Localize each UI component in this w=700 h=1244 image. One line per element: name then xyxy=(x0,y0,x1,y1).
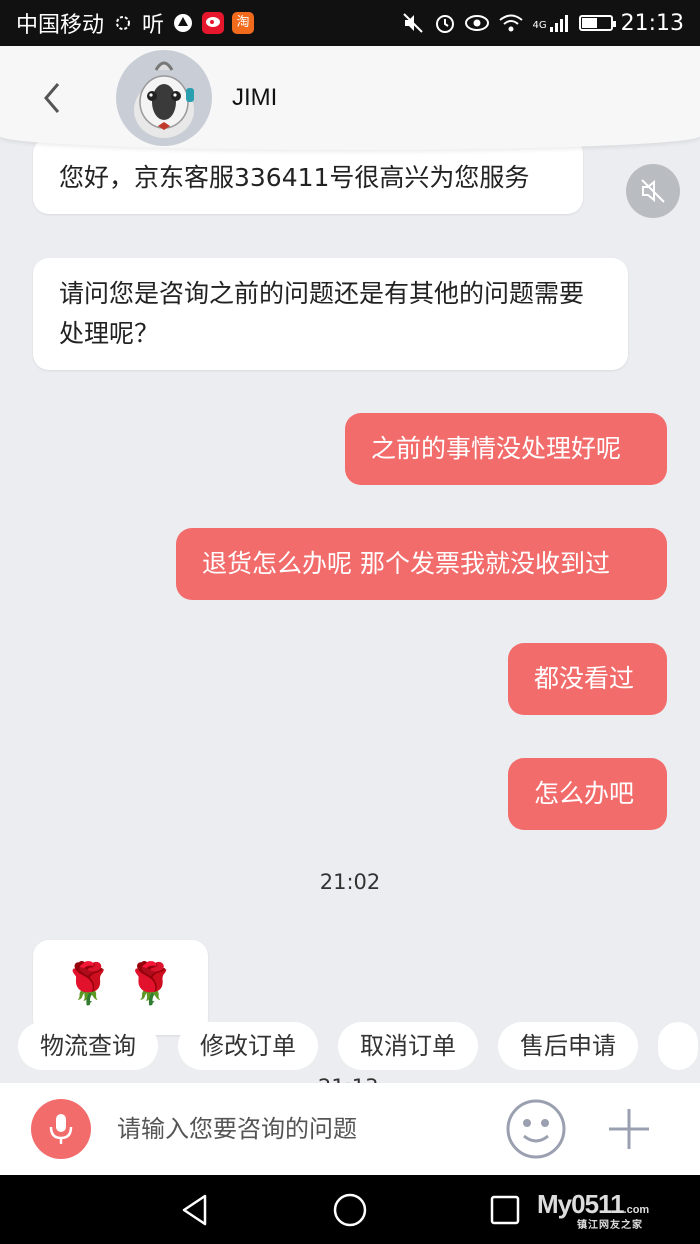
mute-status-icon xyxy=(402,12,426,34)
chevron-left-icon xyxy=(44,83,60,113)
message-bubble-user: 之前的事情没处理好呢 xyxy=(345,413,667,485)
message-bubble-user: 都没看过 xyxy=(508,643,667,715)
wifi-icon xyxy=(498,13,524,33)
battery-icon xyxy=(578,15,616,31)
status-bar: 中国移动 听 淘 4G 21:13 xyxy=(0,0,700,46)
browser-icon xyxy=(172,12,194,34)
status-left: 中国移动 听 淘 xyxy=(16,7,255,39)
eye-icon xyxy=(464,13,490,33)
chip-modify-order[interactable]: 修改订单 xyxy=(178,1022,318,1070)
alarm-icon xyxy=(434,12,456,34)
message-bubble-user: 怎么办吧 xyxy=(508,758,667,830)
clock-label: 21:13 xyxy=(620,10,684,36)
taobao-icon: 淘 xyxy=(232,12,255,34)
watermark-logo: My0511.com 镇江网友之家 xyxy=(537,1189,650,1231)
weibo-icon xyxy=(202,12,225,34)
listen-app-label: 听 xyxy=(142,13,165,38)
voice-input-button[interactable] xyxy=(31,1099,91,1159)
mute-sound-button[interactable] xyxy=(626,164,680,218)
chip-cancel-order[interactable]: 取消订单 xyxy=(338,1022,478,1070)
back-button[interactable] xyxy=(22,68,82,128)
triangle-back-icon xyxy=(182,1194,207,1226)
quick-actions: 物流查询 修改订单 取消订单 售后申请 xyxy=(18,1022,698,1070)
nav-home-button[interactable] xyxy=(327,1187,373,1233)
carrier-label: 中国移动 xyxy=(16,13,105,38)
circle-home-icon xyxy=(333,1193,367,1227)
battery-level xyxy=(581,18,597,28)
chip-logistics[interactable]: 物流查询 xyxy=(18,1022,158,1070)
message-bubble-user: 退货怎么办呢 那个发票我就没收到过 xyxy=(176,528,667,600)
plus-icon xyxy=(609,1109,649,1149)
message-timestamp: 21:02 xyxy=(319,870,381,894)
weather-icon xyxy=(112,12,134,34)
chip-after-sales[interactable]: 售后申请 xyxy=(498,1022,638,1070)
more-options-button[interactable] xyxy=(603,1103,655,1155)
avatar[interactable] xyxy=(116,50,212,146)
signal-icon xyxy=(549,13,571,33)
message-timestamp: 21:13 xyxy=(318,1075,379,1083)
nav-back-button[interactable] xyxy=(172,1187,218,1233)
message-input[interactable] xyxy=(117,1115,487,1143)
robot-mascot-icon xyxy=(134,61,194,138)
message-bubble-agent-roses: 🌹 🌹 xyxy=(33,940,208,1035)
contact-name: JIMI xyxy=(232,84,278,111)
input-bar xyxy=(0,1083,700,1175)
microphone-icon xyxy=(49,1114,73,1144)
square-recents-icon xyxy=(490,1195,520,1225)
smiley-icon xyxy=(506,1099,566,1159)
network-type-label: 4G xyxy=(532,19,547,31)
nav-recents-button[interactable] xyxy=(482,1187,528,1233)
chip-more-partial[interactable] xyxy=(658,1022,698,1070)
chat-header: JIMI xyxy=(0,46,700,150)
speaker-off-icon xyxy=(641,179,665,203)
system-nav-bar: My0511.com 镇江网友之家 xyxy=(0,1175,700,1244)
status-right: 4G 21:13 xyxy=(402,11,684,36)
message-bubble-agent: 请问您是咨询之前的问题还是有其他的问题需要处理呢？ xyxy=(33,258,628,370)
emoji-button[interactable] xyxy=(505,1098,567,1160)
